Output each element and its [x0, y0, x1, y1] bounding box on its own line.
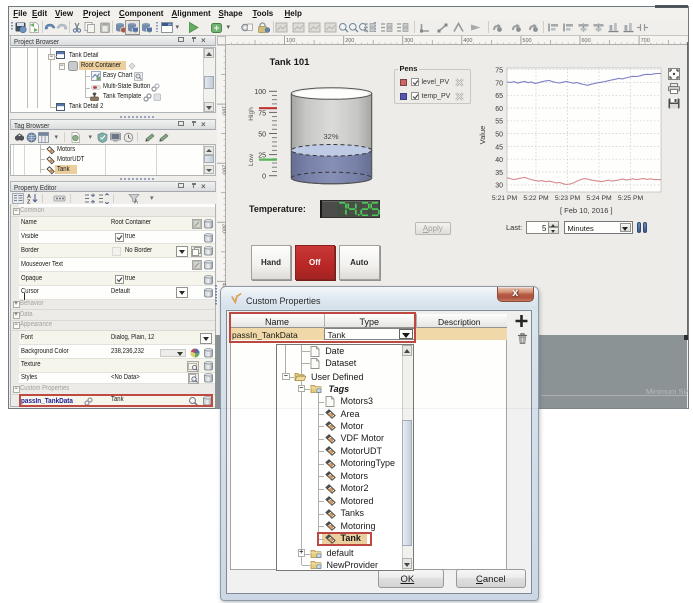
- svg-text:35: 35: [495, 170, 503, 177]
- svg-text:A: A: [134, 199, 138, 204]
- svg-text:70: 70: [495, 80, 503, 87]
- svg-text:Z: Z: [27, 199, 31, 204]
- svg-text:75: 75: [495, 68, 503, 75]
- svg-text:40: 40: [495, 157, 503, 164]
- svg-text:25: 25: [258, 153, 266, 160]
- svg-text:45: 45: [495, 144, 503, 151]
- svg-text:50: 50: [495, 132, 503, 139]
- svg-text:100: 100: [254, 89, 266, 96]
- svg-text:High: High: [248, 107, 255, 121]
- svg-text:5:25 PM: 5:25 PM: [618, 195, 644, 202]
- svg-text:5:23 PM: 5:23 PM: [555, 195, 581, 202]
- svg-text:60: 60: [495, 106, 503, 113]
- svg-text:Low: Low: [248, 154, 255, 166]
- svg-text:32%: 32%: [323, 132, 338, 141]
- svg-text:50: 50: [258, 131, 266, 138]
- svg-text:Value: Value: [478, 126, 487, 145]
- svg-text:65: 65: [495, 93, 503, 100]
- svg-text:55: 55: [495, 119, 503, 126]
- svg-text:30: 30: [495, 183, 503, 190]
- svg-text:5:21 PM: 5:21 PM: [492, 195, 518, 202]
- svg-text:0: 0: [262, 174, 266, 181]
- svg-text:5:24 PM: 5:24 PM: [586, 195, 612, 202]
- svg-text:75: 75: [258, 110, 266, 117]
- svg-text:5:22 PM: 5:22 PM: [523, 195, 549, 202]
